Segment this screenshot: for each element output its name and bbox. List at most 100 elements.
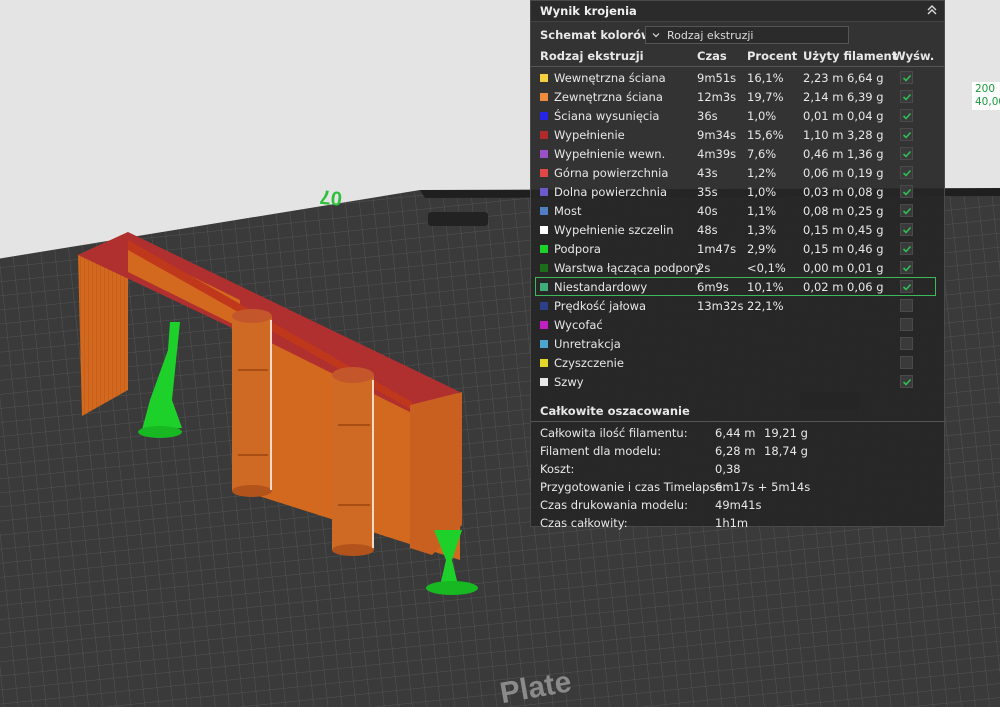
extrusion-row[interactable]: Ściana wysunięcia 36s 1,0% 0,01 m 0,04 g xyxy=(531,106,944,125)
filament-weight: 0,46 g xyxy=(847,242,884,256)
extrusion-row[interactable]: Wypełnienie wewn. 4m39s 7,6% 0,46 m 1,36 g xyxy=(531,144,944,163)
extrusion-row[interactable]: Szwy xyxy=(531,372,944,391)
extrusion-percent: 10,1% xyxy=(747,280,784,294)
summary-value: 6,28 m xyxy=(715,444,756,458)
color-swatch xyxy=(540,188,548,196)
visibility-checkbox[interactable] xyxy=(900,375,913,388)
visibility-checkbox[interactable] xyxy=(900,204,913,217)
color-swatch xyxy=(540,283,548,291)
visibility-checkbox[interactable] xyxy=(900,90,913,103)
visibility-checkbox[interactable] xyxy=(900,318,913,331)
extrusion-row[interactable]: Czyszczenie xyxy=(531,353,944,372)
summary-header: Całkowite oszacowanie xyxy=(531,399,944,422)
visibility-checkbox[interactable] xyxy=(900,185,913,198)
collapse-button[interactable] xyxy=(924,2,940,18)
extrusion-row[interactable]: Zewnętrzna ściana 12m3s 19,7% 2,14 m 6,39 g xyxy=(531,87,944,106)
filament-weight: 0,45 g xyxy=(847,223,884,237)
summary-value: 0,38 xyxy=(715,462,741,476)
summary-label: Koszt: xyxy=(540,462,575,476)
header-time: Czas xyxy=(697,49,727,63)
visibility-checkbox[interactable] xyxy=(900,242,913,255)
visibility-checkbox[interactable] xyxy=(900,166,913,179)
color-swatch xyxy=(540,93,548,101)
extrusion-percent: 1,3% xyxy=(747,223,777,237)
color-swatch xyxy=(540,74,548,82)
model-cylinder-2 xyxy=(332,375,374,550)
color-swatch xyxy=(540,226,548,234)
extrusion-type-label: Zewnętrzna ściana xyxy=(554,90,663,104)
color-scheme-select[interactable]: Rodzaj ekstruzji xyxy=(645,26,849,44)
panel-header: Wynik krojenia xyxy=(531,1,944,22)
extrusion-type-label: Wypełnienie xyxy=(554,128,625,142)
panel-title: Wynik krojenia xyxy=(540,4,637,18)
extrusion-type-label: Unretrakcja xyxy=(554,337,621,351)
extrusion-row[interactable]: Wypełnienie 9m34s 15,6% 1,10 m 3,28 g xyxy=(531,125,944,144)
checkmark-icon xyxy=(902,150,912,158)
filament-length: 2,23 m xyxy=(803,71,844,85)
extrusion-row[interactable]: Prędkość jałowa 13m32s 22,1% xyxy=(531,296,944,315)
color-swatch xyxy=(540,150,548,158)
extrusion-type-label: Wypełnienie wewn. xyxy=(554,147,666,161)
extrusion-row[interactable]: Wycofać xyxy=(531,315,944,334)
color-swatch xyxy=(540,207,548,215)
extrusion-percent: 19,7% xyxy=(747,90,784,104)
visibility-checkbox[interactable] xyxy=(900,109,913,122)
extrusion-type-label: Prędkość jałowa xyxy=(554,299,647,313)
extrusion-time: 36s xyxy=(697,109,718,123)
visibility-checkbox[interactable] xyxy=(900,337,913,350)
color-swatch xyxy=(540,378,548,386)
extrusion-percent: 22,1% xyxy=(747,299,784,313)
extrusion-type-label: Podpora xyxy=(554,242,601,256)
extrusion-row[interactable]: Wewnętrzna ściana 9m51s 16,1% 2,23 m 6,64 g xyxy=(531,68,944,87)
visibility-checkbox[interactable] xyxy=(900,147,913,160)
header-percent: Procent xyxy=(747,49,798,63)
color-scheme-label: Schemat kolorów xyxy=(540,28,652,42)
filament-length: 0,15 m xyxy=(803,242,844,256)
extrusion-row[interactable]: Unretrakcja xyxy=(531,334,944,353)
extrusion-row[interactable]: Podpora 1m47s 2,9% 0,15 m 0,46 g xyxy=(531,239,944,258)
extrusion-row[interactable]: Warstwa łącząca podpory 2s <0,1% 0,00 m 0,01… xyxy=(531,258,944,277)
extrusion-row[interactable]: Most 40s 1,1% 0,08 m 0,25 g xyxy=(531,201,944,220)
extrusion-type-label: Szwy xyxy=(554,375,584,389)
checkmark-icon xyxy=(902,93,912,101)
filament-length: 0,06 m xyxy=(803,166,844,180)
filament-weight: 0,01 g xyxy=(847,261,884,275)
color-swatch xyxy=(540,112,548,120)
visibility-checkbox[interactable] xyxy=(900,299,913,312)
visibility-checkbox[interactable] xyxy=(900,128,913,141)
visibility-checkbox[interactable] xyxy=(900,261,913,274)
extrusion-row[interactable]: Górna powierzchnia 43s 1,2% 0,06 m 0,19 g xyxy=(531,163,944,182)
visibility-checkbox[interactable] xyxy=(900,71,913,84)
checkmark-icon xyxy=(902,188,912,196)
filament-weight: 0,04 g xyxy=(847,109,884,123)
filament-weight: 6,39 g xyxy=(847,90,884,104)
plate-number: 07 xyxy=(319,185,343,209)
filament-weight: 0,08 g xyxy=(847,185,884,199)
layer-top-value: 200 xyxy=(975,83,996,95)
extrusion-time: 4m39s xyxy=(697,147,737,161)
visibility-checkbox[interactable] xyxy=(900,223,913,236)
extrusion-type-label: Dolna powierzchnia xyxy=(554,185,667,199)
summary-value-secondary: 18,74 g xyxy=(764,444,808,458)
extrusion-row[interactable]: Dolna powierzchnia 35s 1,0% 0,03 m 0,08 g xyxy=(531,182,944,201)
visibility-checkbox[interactable] xyxy=(900,280,913,293)
summary-value: 49m41s xyxy=(715,498,762,512)
extrusion-type-label: Niestandardowy xyxy=(554,280,648,294)
extrusion-row[interactable]: Niestandardowy 6m9s 10,1% 0,02 m 0,06 g xyxy=(535,277,936,296)
extrusion-percent: 2,9% xyxy=(747,242,777,256)
summary-row: Koszt: 0,38 xyxy=(531,460,944,478)
summary-row: Całkowita ilość filamentu: 6,44 m 19,21 g xyxy=(531,424,944,442)
summary-row: Przygotowanie i czas Timelapse: 6m17s + 5… xyxy=(531,478,944,496)
checkmark-icon xyxy=(902,131,912,139)
extrusion-percent: <0,1% xyxy=(747,261,786,275)
filament-weight: 0,06 g xyxy=(847,280,884,294)
extrusion-type-label: Most xyxy=(554,204,582,218)
extrusion-time: 13m32s xyxy=(697,299,744,313)
checkmark-icon xyxy=(902,74,912,82)
extrusion-time: 43s xyxy=(697,166,718,180)
extrusion-time: 2s xyxy=(697,261,711,275)
extrusion-row[interactable]: Wypełnienie szczelin 48s 1,3% 0,15 m 0,45 g xyxy=(531,220,944,239)
filament-weight: 6,64 g xyxy=(847,71,884,85)
visibility-checkbox[interactable] xyxy=(900,356,913,369)
extrusion-type-label: Wypełnienie szczelin xyxy=(554,223,674,237)
